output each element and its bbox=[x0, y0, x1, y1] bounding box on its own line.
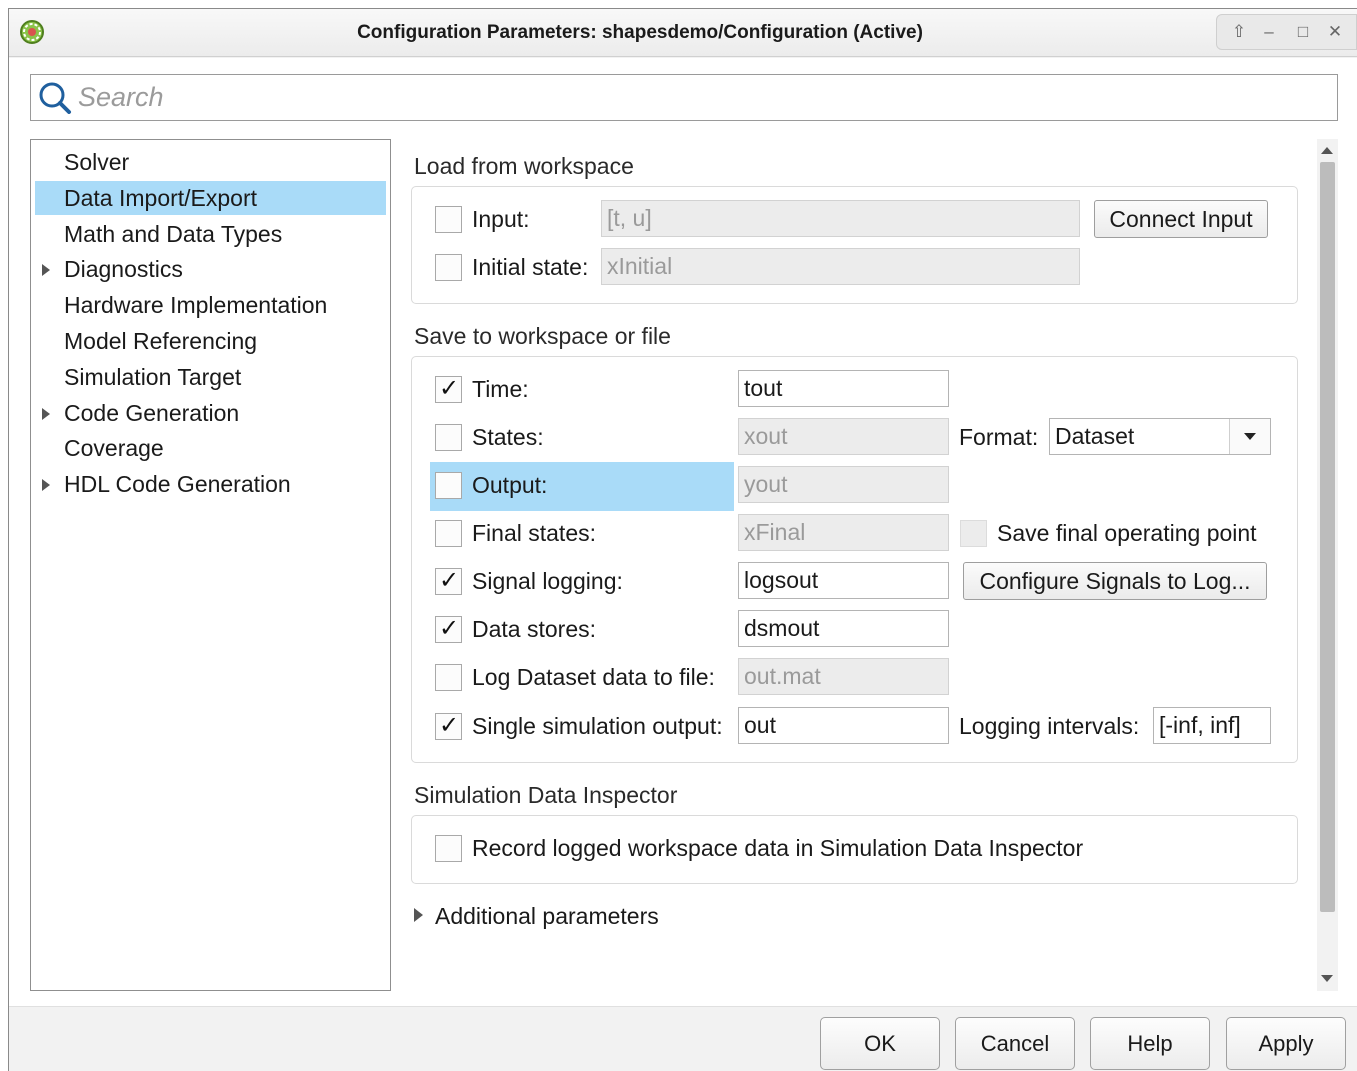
tree-item-coverage[interactable]: Coverage bbox=[31, 431, 390, 465]
output-checkbox[interactable] bbox=[435, 472, 462, 499]
expand-arrow-icon[interactable] bbox=[42, 479, 50, 491]
connect-input-button[interactable]: Connect Input bbox=[1094, 200, 1268, 238]
tree-item-label: Diagnostics bbox=[64, 256, 183, 282]
record-sdi-checkbox[interactable] bbox=[435, 835, 462, 862]
states-label: States: bbox=[472, 424, 544, 450]
initial-state-field[interactable]: xInitial bbox=[601, 248, 1080, 285]
data-stores-checkbox[interactable] bbox=[435, 614, 462, 643]
tree-item-hdl-code-generation[interactable]: HDL Code Generation bbox=[31, 467, 390, 501]
logging-intervals-label: Logging intervals: bbox=[959, 713, 1140, 739]
format-label: Format: bbox=[959, 424, 1039, 450]
signal-logging-checkbox[interactable] bbox=[435, 566, 462, 595]
final-states-field[interactable]: xFinal bbox=[738, 514, 949, 551]
final-states-checkbox[interactable] bbox=[435, 520, 462, 547]
output-label: Output: bbox=[472, 472, 548, 498]
sdi-section-title: Simulation Data Inspector bbox=[414, 782, 678, 808]
input-field[interactable]: [t, u] bbox=[601, 200, 1080, 237]
tree-item-label: Data Import/Export bbox=[64, 185, 258, 211]
output-field[interactable]: yout bbox=[738, 466, 949, 503]
time-label: Time: bbox=[472, 376, 529, 402]
tree-item-math-and-data-types[interactable]: Math and Data Types bbox=[31, 217, 390, 251]
expand-arrow-icon[interactable] bbox=[414, 908, 423, 922]
scrollbar-thumb[interactable] bbox=[1320, 162, 1335, 912]
tree-item-label: Hardware Implementation bbox=[64, 292, 328, 318]
tree-item-label: Solver bbox=[64, 149, 130, 175]
log-dataset-checkbox[interactable] bbox=[435, 664, 462, 691]
input-label: Input: bbox=[472, 206, 530, 232]
help-button[interactable]: Help bbox=[1090, 1017, 1210, 1070]
states-checkbox[interactable] bbox=[435, 424, 462, 451]
window-controls: ⇧ – □ ✕ bbox=[1216, 14, 1357, 50]
tree-item-label: HDL Code Generation bbox=[64, 471, 291, 497]
input-checkbox[interactable] bbox=[435, 206, 462, 233]
expand-arrow-icon[interactable] bbox=[42, 264, 50, 276]
minimize-icon[interactable]: – bbox=[1257, 15, 1281, 49]
save-final-operating-point-checkbox[interactable] bbox=[960, 520, 987, 547]
ok-button[interactable]: OK bbox=[820, 1017, 940, 1070]
search-icon bbox=[38, 80, 72, 114]
states-field[interactable]: xout bbox=[738, 418, 949, 455]
configure-signals-button[interactable]: Configure Signals to Log... bbox=[963, 562, 1267, 600]
single-output-checkbox[interactable] bbox=[435, 711, 462, 740]
format-select[interactable]: Dataset bbox=[1049, 418, 1271, 455]
tree-item-label: Simulation Target bbox=[64, 364, 242, 390]
tree-item-simulation-target[interactable]: Simulation Target bbox=[31, 360, 390, 394]
tree-item-model-referencing[interactable]: Model Referencing bbox=[31, 324, 390, 358]
logging-intervals-field[interactable]: [-inf, inf] bbox=[1153, 707, 1271, 744]
initial-state-label: Initial state: bbox=[472, 254, 589, 280]
data-stores-label: Data stores: bbox=[472, 616, 596, 642]
record-sdi-label: Record logged workspace data in Simulati… bbox=[472, 835, 1084, 861]
tree-item-label: Code Generation bbox=[64, 400, 240, 426]
expand-arrow-icon[interactable] bbox=[42, 408, 50, 420]
format-select-value: Dataset bbox=[1055, 423, 1135, 449]
final-states-label: Final states: bbox=[472, 520, 596, 546]
tree-item-code-generation[interactable]: Code Generation bbox=[31, 396, 390, 430]
category-tree: Solver Data Import/Export Math and Data … bbox=[30, 139, 391, 991]
cancel-button[interactable]: Cancel bbox=[955, 1017, 1075, 1070]
dropdown-button[interactable] bbox=[1229, 419, 1270, 454]
single-output-field[interactable]: out bbox=[738, 707, 949, 744]
close-icon[interactable]: ✕ bbox=[1323, 15, 1347, 49]
search-input[interactable] bbox=[78, 75, 1328, 119]
tree-item-data-import-export[interactable]: Data Import/Export bbox=[35, 181, 386, 215]
window-title: Configuration Parameters: shapesdemo/Con… bbox=[357, 22, 923, 43]
tree-item-diagnostics[interactable]: Diagnostics bbox=[31, 252, 390, 286]
time-field[interactable]: tout bbox=[738, 370, 949, 407]
signal-logging-label: Signal logging: bbox=[472, 568, 623, 594]
apply-button[interactable]: Apply bbox=[1226, 1017, 1346, 1070]
log-dataset-field[interactable]: out.mat bbox=[738, 658, 949, 695]
additional-parameters-toggle[interactable]: Additional parameters bbox=[435, 903, 659, 930]
tree-item-solver[interactable]: Solver bbox=[31, 145, 390, 179]
tree-item-label: Coverage bbox=[64, 435, 164, 461]
maximize-icon[interactable]: □ bbox=[1291, 15, 1315, 49]
save-final-operating-point-label: Save final operating point bbox=[997, 520, 1257, 546]
tree-item-label: Model Referencing bbox=[64, 328, 258, 354]
data-stores-field[interactable]: dsmout bbox=[738, 610, 949, 647]
log-dataset-label: Log Dataset data to file: bbox=[472, 664, 715, 690]
time-checkbox[interactable] bbox=[435, 374, 462, 403]
single-output-label: Single simulation output: bbox=[472, 713, 723, 739]
tree-item-label: Math and Data Types bbox=[64, 221, 283, 247]
tree-item-hardware-implementation[interactable]: Hardware Implementation bbox=[31, 288, 390, 322]
scroll-down-icon[interactable] bbox=[1321, 975, 1333, 982]
signal-logging-field[interactable]: logsout bbox=[738, 562, 949, 599]
pin-icon[interactable]: ⇧ bbox=[1227, 15, 1251, 49]
scroll-up-icon[interactable] bbox=[1321, 147, 1333, 154]
initial-state-checkbox[interactable] bbox=[435, 254, 462, 281]
load-section-title: Load from workspace bbox=[414, 153, 634, 179]
chevron-down-icon bbox=[1244, 433, 1256, 440]
save-section-title: Save to workspace or file bbox=[414, 323, 671, 349]
